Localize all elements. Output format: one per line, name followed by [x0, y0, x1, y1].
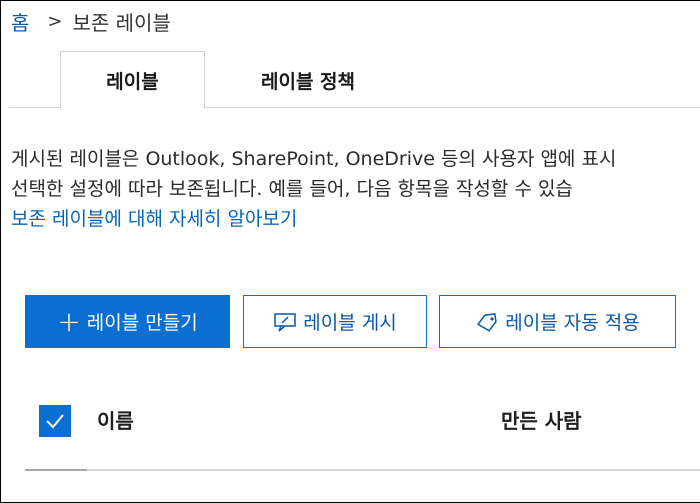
checkmark-icon [46, 414, 64, 429]
description-line-2: 선택한 설정에 따라 보존됩니다. 예를 들어, 다음 항목을 작성할 수 있습 [11, 178, 573, 200]
auto-apply-label-button[interactable]: 레이블 자동 적용 [439, 295, 676, 348]
create-label-text: 레이블 만들기 [86, 312, 198, 334]
header-divider-accent [25, 469, 87, 471]
tab-labels[interactable]: 레이블 [60, 51, 205, 109]
publish-label-button[interactable]: 레이블 게시 [243, 295, 427, 348]
action-toolbar: + 레이블 만들기 레이블 게시 레이블 자동 적용 [25, 295, 676, 348]
publish-label-text: 레이블 게시 [303, 312, 397, 334]
breadcrumb: 홈 > 보존 레이블 [11, 7, 171, 36]
description: 게시된 레이블은 Outlook, SharePoint, OneDrive 등… [11, 144, 700, 234]
breadcrumb-home-link[interactable]: 홈 [11, 7, 29, 36]
plus-icon: + [57, 304, 81, 338]
publish-icon [274, 312, 297, 332]
learn-more-link[interactable]: 보존 레이블에 대해 자세히 알아보기 [11, 204, 700, 234]
header-divider [25, 469, 700, 471]
column-header-created-by[interactable]: 만든 사람 [501, 405, 582, 434]
page-frame: 홈 > 보존 레이블 레이블 레이블 정책 게시된 레이블은 Outlook, … [0, 0, 700, 503]
create-label-button[interactable]: + 레이블 만들기 [25, 295, 230, 348]
breadcrumb-current: 보존 레이블 [72, 11, 171, 35]
description-line-1: 게시된 레이블은 Outlook, SharePoint, OneDrive 등… [11, 148, 617, 170]
select-all-checkbox[interactable] [39, 405, 71, 437]
tab-bar: 레이블 레이블 정책 [1, 49, 700, 109]
tag-icon [477, 312, 497, 332]
breadcrumb-separator: > [47, 11, 63, 32]
auto-apply-label-text: 레이블 자동 적용 [505, 312, 640, 334]
column-header-name[interactable]: 이름 [97, 405, 134, 434]
tab-label-policies[interactable]: 레이블 정책 [223, 51, 393, 109]
